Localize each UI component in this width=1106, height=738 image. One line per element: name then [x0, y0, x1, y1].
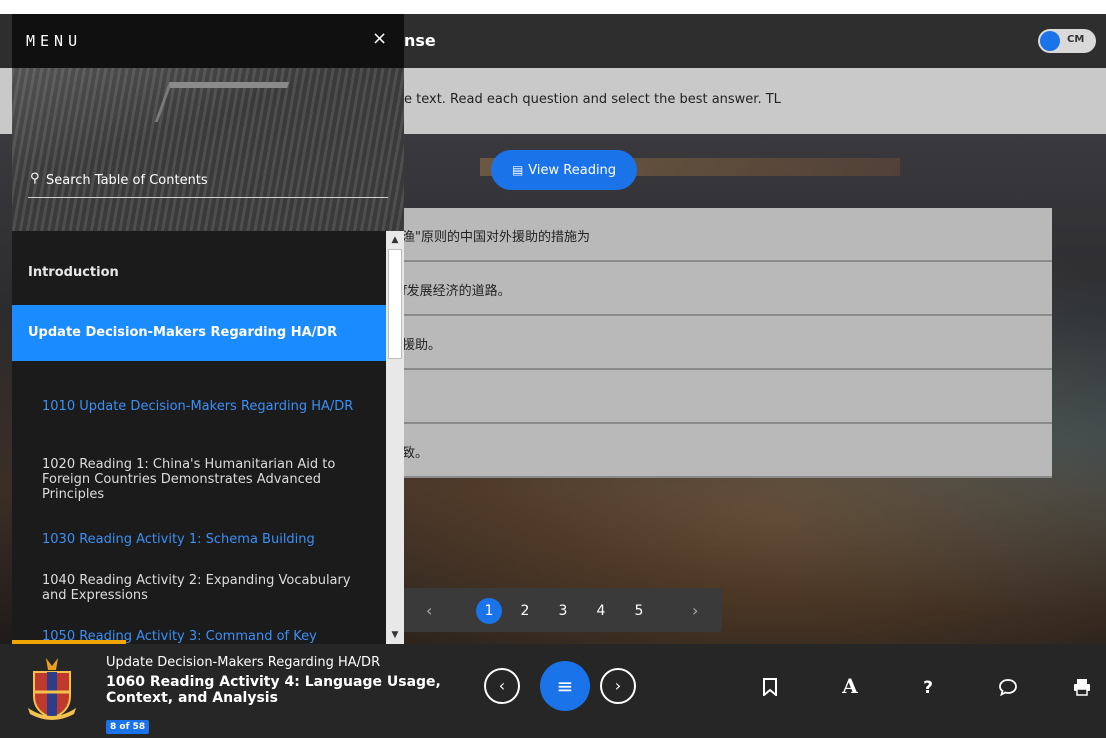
toc-item-1040[interactable]: 1040 Reading Activity 2: Expanding Vocab…: [42, 573, 372, 603]
toc-scrollbar[interactable]: ▲ ▼: [386, 231, 404, 644]
print-icon[interactable]: [1072, 678, 1092, 701]
font-size-icon[interactable]: A: [840, 674, 860, 698]
help-icon[interactable]: ?: [918, 678, 938, 698]
page-5-button[interactable]: 5: [626, 598, 652, 624]
answer-option-2[interactable]: f发展经济的道路。: [390, 262, 1052, 316]
answer-text: 致。: [402, 446, 429, 461]
menu-header: MENU ×: [12, 14, 404, 68]
page-heading: nse: [404, 31, 436, 50]
toc-item-1010[interactable]: 1010 Update Decision-Makers Regarding HA…: [42, 399, 372, 414]
book-icon: ▤: [511, 163, 524, 177]
scroll-thumb[interactable]: [388, 249, 402, 359]
toc-item-1030[interactable]: 1030 Reading Activity 1: Schema Building: [42, 532, 372, 547]
app-window: nse CM e text. Read each question and se…: [0, 0, 1106, 738]
cm-toggle[interactable]: CM: [1038, 29, 1096, 53]
pager-next-icon[interactable]: ›: [692, 598, 698, 624]
bottom-bar: Update Decision-Makers Regarding HA/DR 1…: [0, 644, 1106, 738]
cm-label: CM: [1067, 34, 1085, 45]
menu-button[interactable]: ≡: [540, 661, 590, 711]
page-3-button[interactable]: 3: [550, 598, 576, 624]
page-4-button[interactable]: 4: [588, 598, 614, 624]
toggle-knob: [1040, 31, 1060, 51]
prev-page-button[interactable]: ‹: [484, 668, 520, 704]
toc-section-active[interactable]: Update Decision-Makers Regarding HA/DR: [12, 305, 404, 361]
answer-list: 渔"原则的中国对外援助的措施为 f发展经济的道路。 援助。 致。: [390, 208, 1052, 478]
page-count-badge: 8 of 58: [106, 720, 150, 734]
bookmark-icon[interactable]: [760, 678, 780, 701]
toc-item-introduction[interactable]: Introduction: [12, 243, 404, 303]
answer-option-3[interactable]: 援助。: [390, 316, 1052, 370]
great-wall-image: [12, 68, 404, 231]
page-1-button[interactable]: 1: [476, 598, 502, 624]
toc-menu-panel: MENU × ⚲ Introduction Update Decision-Ma…: [12, 14, 404, 644]
next-page-button[interactable]: ›: [600, 668, 636, 704]
scroll-up-icon[interactable]: ▲: [389, 234, 401, 246]
comment-icon[interactable]: [998, 678, 1018, 701]
answer-option-5[interactable]: 致。: [390, 424, 1052, 478]
crest-logo: [28, 658, 76, 720]
pager-prev-icon[interactable]: ‹: [426, 598, 432, 624]
page-2-button[interactable]: 2: [512, 598, 538, 624]
answer-text: 援助。: [402, 338, 442, 353]
answer-option-1[interactable]: 渔"原则的中国对外援助的措施为: [390, 208, 1052, 262]
search-input[interactable]: [46, 168, 376, 192]
current-page-title: 1060 Reading Activity 4: Language Usage,…: [106, 674, 441, 706]
scroll-down-icon[interactable]: ▼: [389, 629, 401, 641]
answer-text: 渔"原则的中国对外援助的措施为: [402, 230, 590, 245]
toc-item-1020[interactable]: 1020 Reading 1: China's Humanitarian Aid…: [42, 457, 372, 502]
wall-decoration: [154, 82, 290, 122]
answer-option-4[interactable]: [390, 370, 1052, 424]
menu-title: MENU: [26, 32, 83, 50]
close-icon[interactable]: ×: [372, 28, 387, 49]
view-reading-label: View Reading: [528, 163, 617, 178]
search-icon: ⚲: [30, 171, 40, 186]
toc-list: Introduction Update Decision-Makers Rega…: [12, 231, 404, 644]
question-pagination: ‹ 1 2 3 4 5 ›: [404, 588, 722, 632]
instruction-text: e text. Read each question and select th…: [404, 92, 781, 107]
answer-text: f发展经济的道路。: [402, 284, 511, 299]
toc-search: ⚲: [28, 164, 388, 198]
view-reading-button[interactable]: ▤ View Reading: [491, 150, 637, 190]
breadcrumb: Update Decision-Makers Regarding HA/DR: [106, 655, 381, 670]
